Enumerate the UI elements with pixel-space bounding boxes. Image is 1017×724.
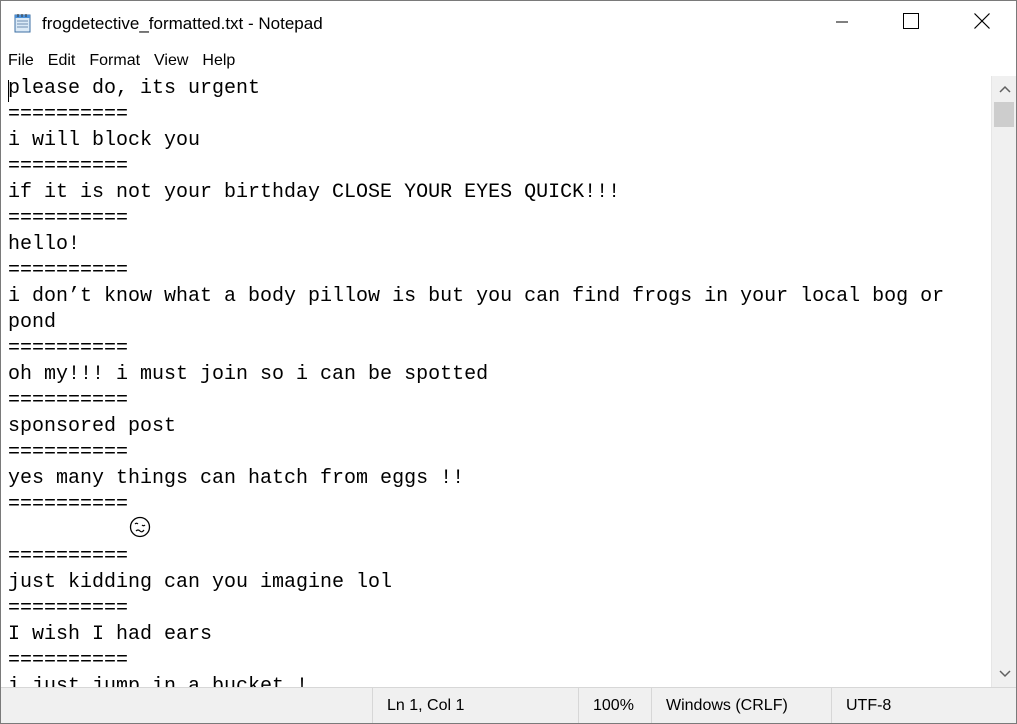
- text-content[interactable]: please do, its urgent ========== i will …: [8, 76, 944, 687]
- menu-format[interactable]: Format: [82, 48, 147, 74]
- text-line: just kidding can you imagine lol: [8, 571, 393, 594]
- text-line: oh my!!! i must join so i can be spotted: [8, 363, 489, 386]
- text-line: ==========: [8, 441, 129, 464]
- line-ending: Windows (CRLF): [651, 688, 831, 723]
- minimize-icon: [836, 15, 848, 33]
- text-editor[interactable]: please do, its urgent ========== i will …: [1, 76, 991, 687]
- text-line: i just jump in a bucket !: [8, 675, 309, 687]
- menu-file[interactable]: File: [1, 48, 41, 74]
- menu-view[interactable]: View: [147, 48, 195, 74]
- text-caret: [8, 80, 9, 102]
- menu-help[interactable]: Help: [195, 48, 242, 74]
- text-line: sponsored post: [8, 415, 177, 438]
- encoding: UTF-8: [831, 688, 1016, 723]
- text-line: please do, its urgent: [8, 77, 261, 100]
- text-line: pond: [8, 311, 57, 334]
- close-button[interactable]: [959, 1, 1005, 46]
- text-line: if it is not your birthday CLOSE YOUR EY…: [8, 181, 621, 204]
- scroll-up-button[interactable]: [992, 76, 1016, 102]
- chevron-up-icon: [998, 80, 1011, 98]
- scrollbar-thumb[interactable]: [994, 102, 1014, 127]
- emoji-line: 🥴: [8, 516, 944, 544]
- chevron-down-icon: [998, 665, 1011, 683]
- vertical-scrollbar[interactable]: [991, 76, 1016, 687]
- status-bar: Ln 1, Col 1 100% Windows (CRLF) UTF-8: [1, 687, 1016, 723]
- minimize-button[interactable]: [819, 1, 865, 46]
- text-line: ==========: [8, 649, 129, 672]
- title-bar[interactable]: frogdetective_formatted.txt - Notepad: [1, 1, 1016, 46]
- text-line: ==========: [8, 597, 129, 620]
- maximize-icon: [903, 13, 919, 34]
- text-line: ==========: [8, 207, 129, 230]
- text-line: ==========: [8, 259, 129, 282]
- maximize-button[interactable]: [888, 1, 934, 46]
- text-line: I wish I had ears: [8, 623, 213, 646]
- menu-edit[interactable]: Edit: [41, 48, 83, 74]
- window-title: frogdetective_formatted.txt - Notepad: [42, 14, 323, 33]
- close-icon: [974, 13, 990, 34]
- cursor-position: Ln 1, Col 1: [372, 688, 578, 723]
- text-line: ==========: [8, 155, 129, 178]
- zoom-level: 100%: [578, 688, 651, 723]
- notepad-icon: [13, 13, 33, 33]
- text-line: i don’t know what a body pillow is but y…: [8, 285, 945, 308]
- menu-bar: File Edit Format View Help: [1, 46, 1016, 76]
- text-line: hello!: [8, 233, 81, 256]
- text-line: i will block you: [8, 129, 201, 152]
- text-line: ==========: [8, 103, 129, 126]
- text-line: ==========: [8, 389, 129, 412]
- text-line: ==========: [8, 337, 129, 360]
- notepad-window: frogdetective_formatted.txt - Notepad Fi…: [0, 0, 1017, 724]
- scroll-down-button[interactable]: [992, 661, 1016, 687]
